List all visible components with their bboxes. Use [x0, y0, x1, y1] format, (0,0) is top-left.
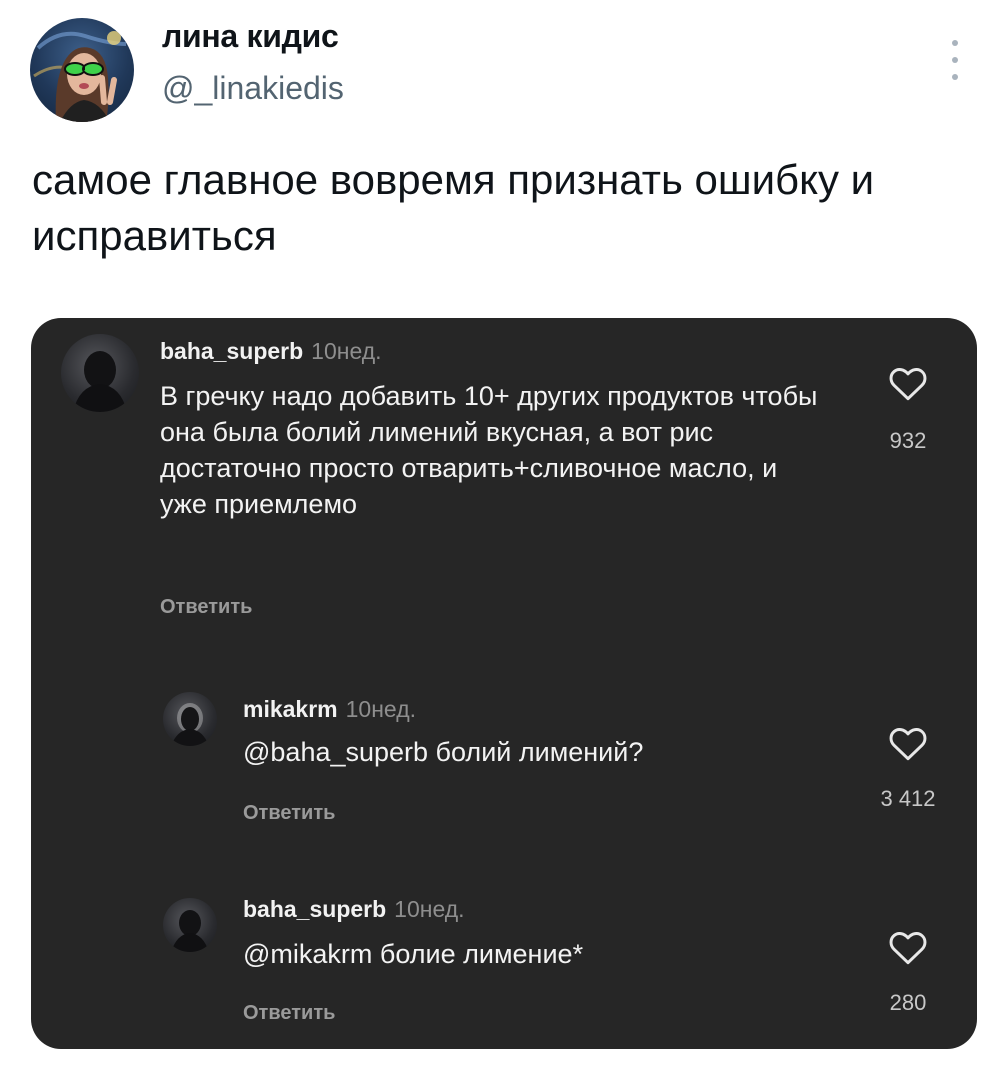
more-dot: [952, 40, 958, 46]
comment-text: @baha_superb болий лимений?: [243, 737, 644, 767]
author-handle[interactable]: @_linakiedis: [162, 70, 344, 107]
comment-time: 10нед.: [394, 896, 465, 922]
author-avatar[interactable]: [30, 18, 134, 122]
comment-avatar[interactable]: [163, 898, 217, 952]
comment-meta: baha_superb 10нед.: [160, 338, 382, 365]
like-count: 280: [889, 990, 927, 1015]
comment-username[interactable]: baha_superb: [243, 896, 386, 922]
more-vertical-icon[interactable]: [944, 40, 966, 80]
more-dot: [952, 74, 958, 80]
comment-text: В гречку надо добавить 10+ других продук…: [160, 381, 818, 519]
comment-avatar[interactable]: [61, 334, 139, 412]
tweet-media-image[interactable]: baha_superb 10нед. В гречку надо добавить…: [31, 318, 977, 1049]
heart-outline-icon[interactable]: [888, 366, 928, 402]
comment-time: 10нед.: [345, 696, 417, 722]
heart-outline-icon[interactable]: [888, 726, 928, 762]
comment-meta: mikakrm 10нед.: [243, 696, 416, 723]
reply-button[interactable]: Ответить: [243, 1002, 335, 1025]
author-display-name[interactable]: лина кидис: [162, 18, 339, 55]
avatar-image: [73, 351, 127, 412]
avatar-image: [171, 703, 209, 746]
comment-meta: baha_superb 10нед.: [243, 896, 465, 923]
comment-text: @mikakrm болие лимение*: [243, 939, 584, 969]
reply-button[interactable]: Ответить: [243, 802, 335, 825]
more-dot: [952, 57, 958, 63]
reply-button[interactable]: Ответить: [160, 596, 252, 619]
comment-time: 10нед.: [311, 338, 382, 364]
like-count: 3 412: [880, 786, 936, 811]
heart-outline-icon[interactable]: [888, 930, 928, 966]
avatar-image: [33, 31, 127, 122]
comment-username[interactable]: baha_superb: [160, 338, 303, 364]
like-count: 932: [889, 428, 927, 453]
tweet: лина кидис @_linakiedis самое главное во…: [0, 0, 1007, 1071]
avatar-image: [171, 910, 209, 952]
tweet-text: самое главное вовремя признать ошибку и …: [32, 156, 875, 259]
comment-avatar[interactable]: [163, 692, 217, 746]
comment-username[interactable]: mikakrm: [243, 696, 338, 722]
